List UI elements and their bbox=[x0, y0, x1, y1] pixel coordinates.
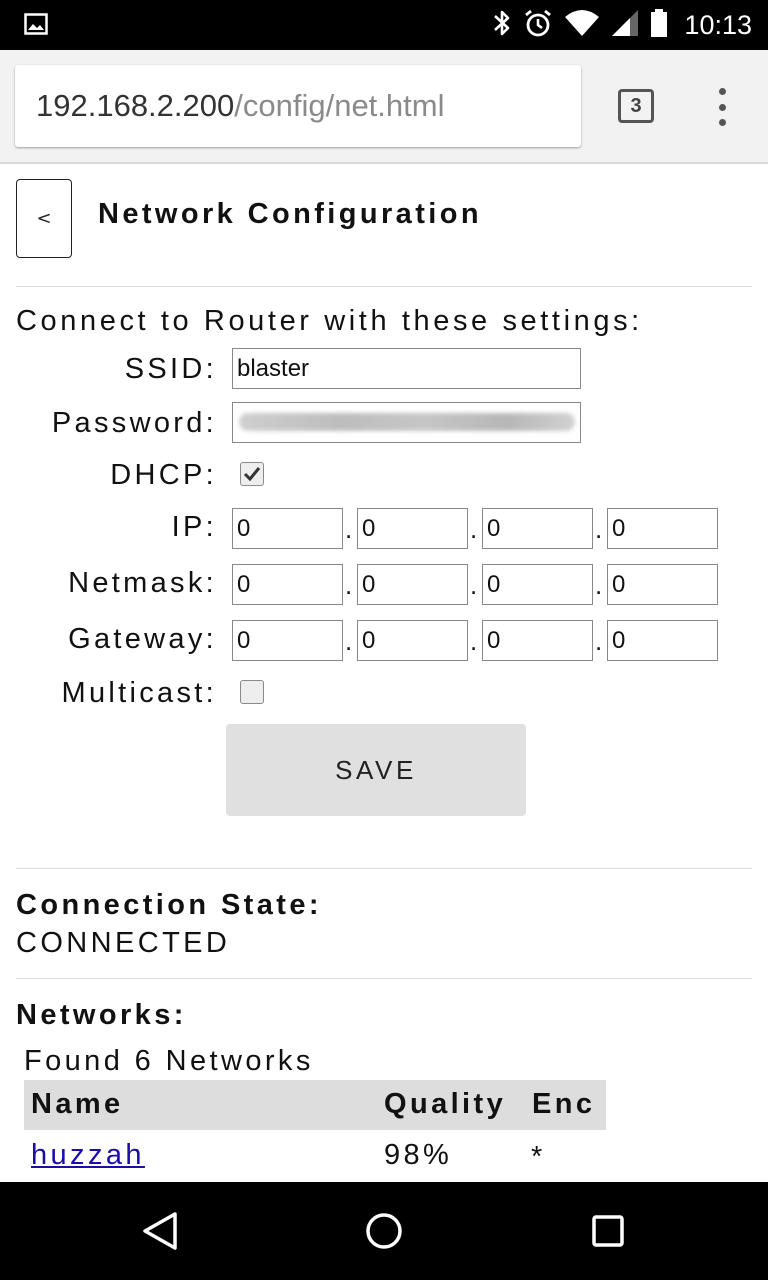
multicast-checkbox[interactable] bbox=[240, 680, 264, 704]
cell-signal-icon bbox=[610, 8, 640, 43]
gateway-octet-2[interactable]: 0 bbox=[357, 620, 468, 661]
image-icon bbox=[24, 13, 48, 35]
octet-separator: . bbox=[345, 626, 353, 656]
ssid-label: SSID: bbox=[124, 353, 217, 385]
overflow-menu-icon[interactable] bbox=[712, 88, 732, 126]
clock-time: 10:13 bbox=[684, 9, 752, 40]
battery-icon bbox=[650, 8, 668, 43]
column-header-name: Name bbox=[31, 1088, 124, 1120]
gateway-octet-3[interactable]: 0 bbox=[482, 620, 593, 661]
recents-icon[interactable] bbox=[588, 1211, 628, 1251]
octet-separator: . bbox=[470, 570, 478, 600]
checkmark-icon bbox=[243, 467, 261, 482]
octet-separator: . bbox=[470, 626, 478, 656]
system-nav-bar bbox=[0, 1182, 768, 1280]
back-button[interactable]: < bbox=[16, 179, 72, 258]
network-quality: 98% bbox=[384, 1139, 453, 1171]
bluetooth-icon bbox=[492, 8, 512, 43]
web-page: < Network Configuration Connect to Route… bbox=[0, 164, 768, 1182]
multicast-label: Multicast: bbox=[61, 677, 217, 709]
password-input[interactable] bbox=[232, 402, 581, 443]
ssid-input[interactable]: blaster bbox=[232, 348, 581, 389]
tab-switcher-button[interactable]: 3 bbox=[618, 89, 654, 123]
netmask-label: Netmask: bbox=[68, 567, 217, 599]
ip-label: IP: bbox=[171, 511, 217, 543]
gateway-octet-4[interactable]: 0 bbox=[607, 620, 718, 661]
dhcp-label: DHCP: bbox=[110, 459, 217, 491]
save-button[interactable]: SAVE bbox=[226, 724, 526, 816]
home-icon[interactable] bbox=[364, 1211, 404, 1251]
alarm-icon bbox=[522, 8, 554, 43]
address-bar[interactable]: 192.168.2.200/config/net.html bbox=[15, 65, 581, 147]
netmask-octet-2[interactable]: 0 bbox=[357, 564, 468, 605]
networks-heading: Networks: bbox=[16, 999, 187, 1031]
column-header-enc: Enc bbox=[532, 1088, 596, 1120]
octet-separator: . bbox=[595, 514, 603, 544]
network-name-link[interactable]: huzzah bbox=[31, 1139, 145, 1172]
password-label: Password: bbox=[51, 407, 217, 439]
url-path: /config/net.html bbox=[234, 88, 445, 123]
column-header-quality: Quality bbox=[384, 1088, 507, 1120]
connection-state-heading: Connection State: bbox=[16, 889, 322, 921]
gateway-octet-1[interactable]: 0 bbox=[232, 620, 343, 661]
network-encryption: * bbox=[531, 1141, 546, 1173]
networks-found-count: Found 6 Networks bbox=[24, 1045, 314, 1077]
status-icons: 10:13 bbox=[492, 0, 752, 50]
netmask-octet-1[interactable]: 0 bbox=[232, 564, 343, 605]
intro-text: Connect to Router with these settings: bbox=[16, 305, 643, 337]
page-title: Network Configuration bbox=[98, 198, 482, 230]
octet-separator: . bbox=[345, 570, 353, 600]
octet-separator: . bbox=[345, 514, 353, 544]
divider bbox=[16, 978, 752, 979]
url-host: 192.168.2.200 bbox=[36, 88, 235, 123]
divider bbox=[16, 868, 752, 869]
octet-separator: . bbox=[595, 570, 603, 600]
back-icon[interactable] bbox=[140, 1211, 180, 1251]
wifi-icon bbox=[564, 9, 600, 42]
netmask-octet-4[interactable]: 0 bbox=[607, 564, 718, 605]
divider bbox=[16, 286, 752, 287]
connection-state-value: CONNECTED bbox=[16, 927, 231, 959]
status-bar: 10:13 bbox=[0, 0, 768, 50]
netmask-octet-3[interactable]: 0 bbox=[482, 564, 593, 605]
ip-octet-4[interactable]: 0 bbox=[607, 508, 718, 549]
browser-toolbar: 192.168.2.200/config/net.html 3 bbox=[0, 50, 768, 164]
ip-octet-2[interactable]: 0 bbox=[357, 508, 468, 549]
octet-separator: . bbox=[595, 626, 603, 656]
gateway-label: Gateway: bbox=[68, 623, 217, 655]
ip-octet-3[interactable]: 0 bbox=[482, 508, 593, 549]
networks-table-header: Name Quality Enc bbox=[24, 1080, 606, 1130]
dhcp-checkbox[interactable] bbox=[240, 462, 264, 486]
redacted-password bbox=[239, 413, 575, 431]
ip-octet-1[interactable]: 0 bbox=[232, 508, 343, 549]
octet-separator: . bbox=[470, 514, 478, 544]
